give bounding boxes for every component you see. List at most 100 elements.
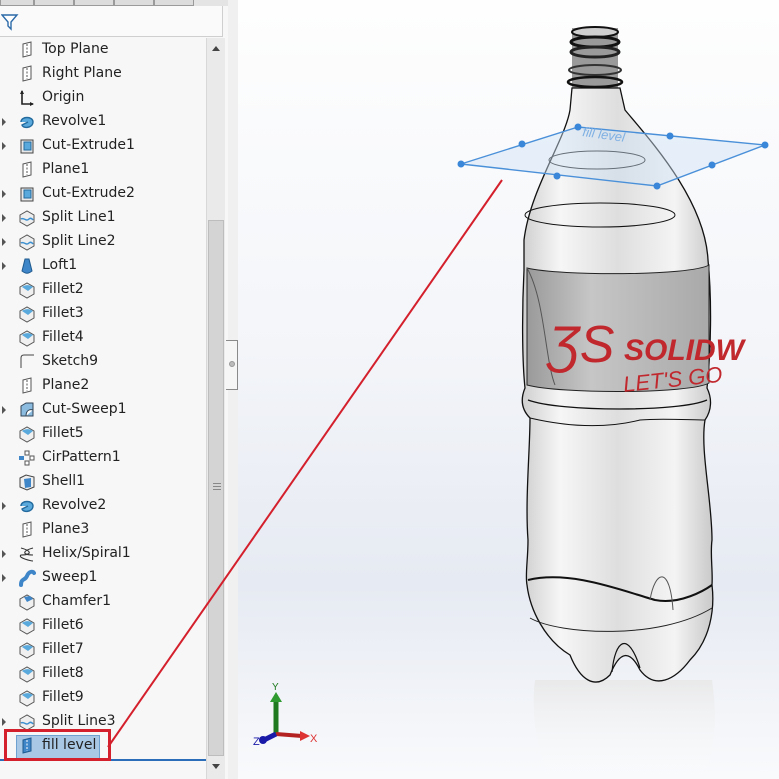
- tree-item-fillet7[interactable]: Fillet7: [0, 638, 206, 662]
- label-brand-text: SOLIDW: [624, 334, 747, 367]
- tree-item-fillet3[interactable]: Fillet3: [0, 302, 206, 326]
- callout-highlight-box: [4, 729, 111, 761]
- cut-sweep-icon: [20, 402, 34, 417]
- expand-arrow-icon[interactable]: [2, 502, 6, 510]
- fill-level-plane[interactable]: fill level: [457, 123, 769, 190]
- fillet-icon: [19, 666, 35, 683]
- fillet-icon: [19, 690, 35, 707]
- tree-item-label: Right Plane: [42, 65, 122, 81]
- split-line-icon: [19, 234, 35, 251]
- tree-item-label: Plane2: [42, 377, 90, 393]
- tree-item-revolve2[interactable]: Revolve2: [0, 494, 206, 518]
- tree-item-helix-spiral1[interactable]: Helix/Spiral1: [0, 542, 206, 566]
- filter-bar[interactable]: [0, 6, 223, 37]
- helix-icon: [19, 547, 34, 562]
- tree-item-plane2[interactable]: Plane2: [0, 374, 206, 398]
- tree-item-label: Fillet8: [42, 665, 84, 681]
- tree-item-label: Revolve2: [42, 497, 107, 513]
- tree-item-label: Sweep1: [42, 569, 98, 585]
- tree-item-label: Fillet5: [42, 425, 84, 441]
- tree-item-top-plane[interactable]: Top Plane: [0, 38, 206, 62]
- tree-item-fillet5[interactable]: Fillet5: [0, 422, 206, 446]
- tree-item-chamfer1[interactable]: Chamfer1: [0, 590, 206, 614]
- grip-icon: [213, 483, 221, 491]
- tree-item-shell1[interactable]: Shell1: [0, 470, 206, 494]
- cut-extrude-icon: [20, 187, 34, 202]
- filter-icon[interactable]: [1, 13, 19, 31]
- shell-icon: [19, 474, 35, 491]
- tree-item-sketch9[interactable]: Sketch9: [0, 350, 206, 374]
- tree-item-label: Split Line3: [42, 713, 116, 729]
- tree-item-fillet8[interactable]: Fillet8: [0, 662, 206, 686]
- fillet-icon: [19, 642, 35, 659]
- expand-arrow-icon[interactable]: [2, 262, 6, 270]
- tree-item-plane3[interactable]: Plane3: [0, 518, 206, 542]
- expand-arrow-icon[interactable]: [2, 214, 6, 222]
- plane-icon: [22, 377, 32, 394]
- tree-item-label: Chamfer1: [42, 593, 112, 609]
- scroll-up-arrow-icon[interactable]: [212, 46, 220, 51]
- tree-item-fillet4[interactable]: Fillet4: [0, 326, 206, 350]
- expand-arrow-icon[interactable]: [2, 406, 6, 414]
- tree-item-fillet2[interactable]: Fillet2: [0, 278, 206, 302]
- tree-item-fillet9[interactable]: Fillet9: [0, 686, 206, 710]
- plane-handle: [761, 141, 769, 149]
- tree-item-plane1[interactable]: Plane1: [0, 158, 206, 182]
- expand-arrow-icon[interactable]: [2, 718, 6, 726]
- tree-item-cut-extrude1[interactable]: Cut-Extrude1: [0, 134, 206, 158]
- plane-icon: [22, 65, 32, 82]
- tree-item-sweep1[interactable]: Sweep1: [0, 566, 206, 590]
- tree-item-label: Fillet6: [42, 617, 84, 633]
- tree-item-label: Fillet9: [42, 689, 84, 705]
- split-line-icon: [19, 210, 35, 227]
- plane-handle: [574, 123, 582, 131]
- tree-item-origin[interactable]: Origin: [0, 86, 206, 110]
- tree-item-label: Loft1: [42, 257, 78, 273]
- tree-item-label: Shell1: [42, 473, 86, 489]
- plane-handle: [553, 172, 561, 180]
- expand-arrow-icon[interactable]: [2, 142, 6, 150]
- tree-item-cirpattern1[interactable]: CirPattern1: [0, 446, 206, 470]
- revolve-icon: [20, 116, 34, 129]
- tree-item-label: Fillet7: [42, 641, 84, 657]
- graphics-area[interactable]: ƷS SOLIDW LET'S GO fill level Y X Z: [238, 0, 779, 779]
- collapse-panel-handle[interactable]: [226, 340, 238, 390]
- fillet-icon: [19, 306, 35, 323]
- chamfer-icon: [19, 594, 35, 611]
- floor-reflection: [533, 680, 715, 779]
- plane-handle: [708, 161, 716, 169]
- triad-x-label: X: [310, 733, 318, 745]
- expand-arrow-icon[interactable]: [2, 574, 6, 582]
- plane-icon: [22, 521, 32, 538]
- tree-item-right-plane[interactable]: Right Plane: [0, 62, 206, 86]
- tree-item-split-line2[interactable]: Split Line2: [0, 230, 206, 254]
- tree-item-fillet6[interactable]: Fillet6: [0, 614, 206, 638]
- expand-arrow-icon[interactable]: [2, 118, 6, 126]
- tree-item-label: CirPattern1: [42, 449, 121, 465]
- expand-arrow-icon[interactable]: [2, 190, 6, 198]
- tree-item-label: Cut-Sweep1: [42, 401, 127, 417]
- handle-dot-icon: [229, 361, 235, 367]
- plane-handle: [457, 160, 465, 168]
- fillet-icon: [19, 330, 35, 347]
- cut-extrude-icon: [20, 139, 34, 154]
- circular-pattern-icon: [19, 450, 35, 466]
- triad-z-label: Z: [253, 736, 260, 748]
- tree-item-split-line1[interactable]: Split Line1: [0, 206, 206, 230]
- tree-item-label: Revolve1: [42, 113, 107, 129]
- sketch-icon: [20, 354, 34, 368]
- tree-scrollbar[interactable]: [206, 38, 225, 779]
- expand-arrow-icon[interactable]: [2, 550, 6, 558]
- scrollbar-thumb[interactable]: [208, 220, 224, 756]
- tree-item-label: Sketch9: [42, 353, 99, 369]
- model-view: ƷS SOLIDW LET'S GO fill level Y X Z: [253, 26, 769, 779]
- triad-y-label: Y: [272, 682, 279, 693]
- tree-item-cut-extrude2[interactable]: Cut-Extrude2: [0, 182, 206, 206]
- tree-item-cut-sweep1[interactable]: Cut-Sweep1: [0, 398, 206, 422]
- plane-handle: [666, 132, 674, 140]
- scroll-down-arrow-icon[interactable]: [212, 764, 220, 769]
- expand-arrow-icon[interactable]: [2, 238, 6, 246]
- tree-item-revolve1[interactable]: Revolve1: [0, 110, 206, 134]
- tree-item-loft1[interactable]: Loft1: [0, 254, 206, 278]
- tree-item-label: Split Line2: [42, 233, 116, 249]
